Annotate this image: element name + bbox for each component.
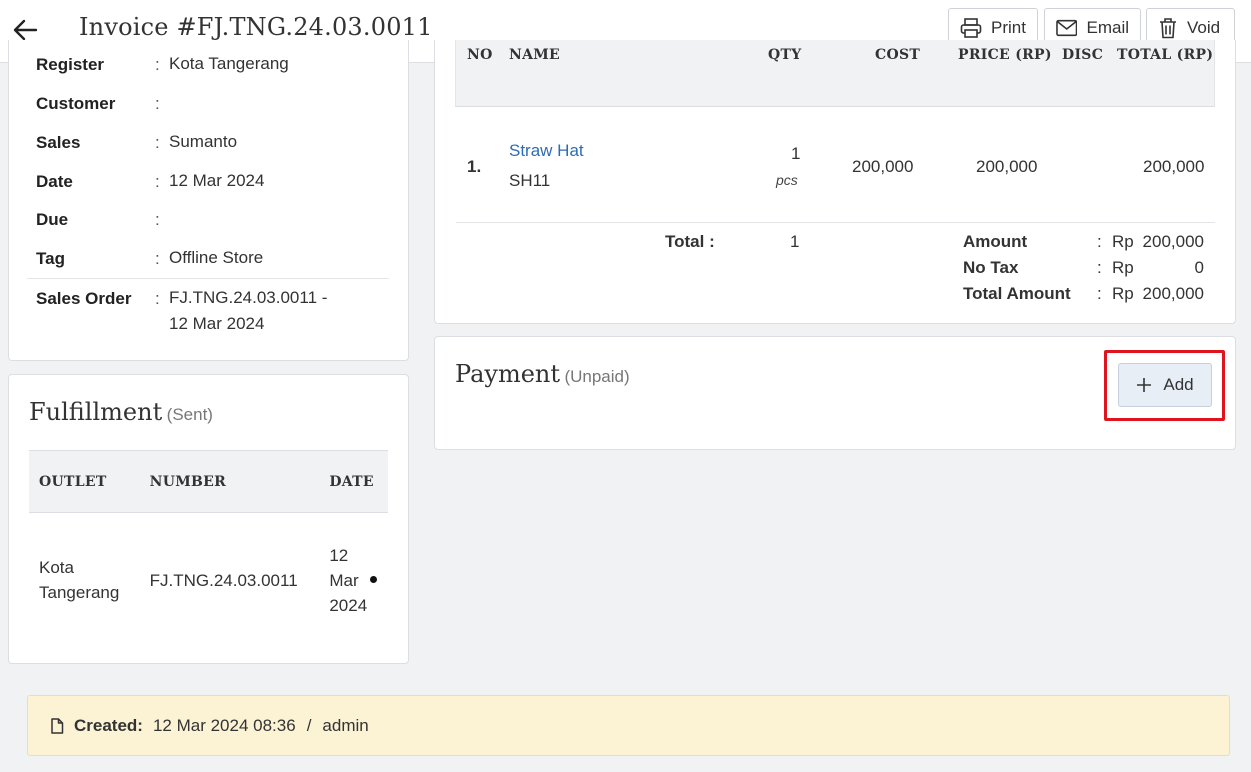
invoice-items-card: NO NAME QTY COST PRICE (RP) DISC TOTAL (…: [434, 40, 1236, 324]
fulfillment-card: Fulfillment (Sent) OUTLET NUMBER DATE Ko…: [8, 374, 409, 664]
void-label: Void: [1187, 17, 1221, 37]
summary-label: Total Amount: [963, 284, 1071, 303]
summary-currency: Rp: [1112, 232, 1134, 251]
info-value: Offline Store: [169, 248, 264, 267]
info-colon: :: [155, 94, 160, 113]
col-name: NAME: [509, 47, 561, 63]
summary-value: 200,000: [1142, 232, 1204, 251]
info-label: Sales: [36, 133, 81, 152]
summary-colon: :: [1097, 284, 1102, 303]
col-cost: COST: [875, 47, 921, 63]
payment-title: Payment: [455, 360, 560, 388]
created-label: Created:: [74, 715, 143, 735]
printer-icon: [960, 17, 982, 38]
email-label: Email: [1086, 17, 1129, 37]
add-label: Add: [1163, 375, 1194, 394]
info-value: 12 Mar 2024: [169, 171, 265, 190]
col-total: TOTAL (RP): [1117, 47, 1214, 63]
col-date: DATE: [319, 450, 388, 513]
qty-value: 1: [791, 144, 801, 163]
total-value: 200,000: [1143, 157, 1205, 176]
summary-value: 200,000: [1142, 284, 1204, 303]
payment-heading: Payment (Unpaid): [455, 360, 630, 388]
info-value: FJ.TNG.24.03.0011 -: [169, 288, 328, 307]
info-label: Register: [36, 55, 105, 74]
fulfillment-status: (Sent): [166, 405, 213, 424]
summary-currency: Rp: [1112, 284, 1134, 303]
summary-colon: :: [1097, 232, 1102, 251]
product-name-link[interactable]: Straw Hat: [509, 141, 584, 161]
fulfillment-table: OUTLET NUMBER DATE Kota Tangerang FJ.TNG…: [29, 450, 388, 648]
date-value: 12 Mar 2024: [329, 545, 368, 615]
invoice-info-card: Register : Kota Tangerang Customer : Sal…: [8, 40, 409, 361]
col-disc: DISC: [1062, 47, 1104, 63]
plus-icon: [1137, 378, 1152, 392]
summary-currency: Rp: [1112, 258, 1134, 277]
total-qty: 1: [790, 232, 800, 251]
date-cell: 12 Mar 2024: [319, 513, 388, 648]
info-colon: :: [155, 289, 160, 308]
info-value: 12 Mar 2024: [169, 314, 265, 333]
table-row[interactable]: Kota Tangerang FJ.TNG.24.03.0011 12 Mar …: [29, 513, 388, 648]
total-label: Total :: [665, 232, 715, 251]
outlet-cell: Kota Tangerang: [39, 558, 120, 603]
info-colon: :: [155, 55, 160, 74]
summary-colon: :: [1097, 258, 1102, 277]
col-outlet: OUTLET: [29, 450, 140, 513]
cost-value: 200,000: [852, 157, 914, 176]
number-cell: FJ.TNG.24.03.0011: [149, 570, 298, 590]
summary-value: 0: [1194, 258, 1204, 277]
info-label: Customer: [36, 94, 116, 113]
envelope-icon: [1056, 19, 1078, 36]
fulfillment-title: Fulfillment: [29, 398, 163, 426]
summary-label: No Tax: [963, 258, 1019, 277]
add-payment-button[interactable]: Add: [1118, 363, 1212, 407]
page-title: Invoice #FJ.TNG.24.03.0011: [79, 13, 433, 41]
fulfillment-heading: Fulfillment (Sent): [29, 398, 213, 426]
fulfillment-header-row: OUTLET NUMBER DATE: [29, 450, 388, 513]
created-value: 12 Mar 2024 08:36: [152, 715, 296, 735]
items-table-header: NO NAME QTY COST PRICE (RP) DISC TOTAL (…: [455, 40, 1215, 107]
payment-status: (Unpaid): [564, 367, 630, 386]
info-label: Date: [36, 172, 73, 191]
summary-label: Amount: [963, 232, 1028, 251]
info-colon: :: [155, 210, 160, 229]
info-label: Tag: [36, 249, 65, 268]
status-dot-icon: [370, 576, 377, 583]
created-separator: /: [306, 715, 312, 735]
created-info-bar: Created: 12 Mar 2024 08:36 / admin: [27, 695, 1230, 756]
col-qty: QTY: [768, 47, 802, 63]
col-number: NUMBER: [139, 450, 320, 513]
info-colon: :: [155, 172, 160, 191]
info-label: Sales Order: [36, 289, 132, 308]
info-colon: :: [155, 249, 160, 268]
trash-icon: [1160, 17, 1176, 38]
payment-card: Payment (Unpaid) Add: [434, 336, 1236, 450]
items-divider: [456, 222, 1215, 223]
qty-unit: pcs: [776, 172, 798, 188]
price-value: 200,000: [976, 157, 1038, 176]
document-icon: [51, 717, 64, 734]
info-value: Sumanto: [169, 132, 238, 151]
col-no: NO: [467, 47, 493, 63]
info-label: Due: [36, 210, 69, 229]
info-divider: [27, 278, 389, 279]
created-by: admin: [322, 715, 369, 735]
info-value: Kota Tangerang: [169, 54, 289, 73]
product-sku: SH11: [509, 171, 551, 190]
info-colon: :: [155, 133, 160, 152]
row-number: 1.: [467, 157, 482, 176]
print-label: Print: [991, 17, 1026, 37]
col-price: PRICE (RP): [958, 47, 1052, 63]
